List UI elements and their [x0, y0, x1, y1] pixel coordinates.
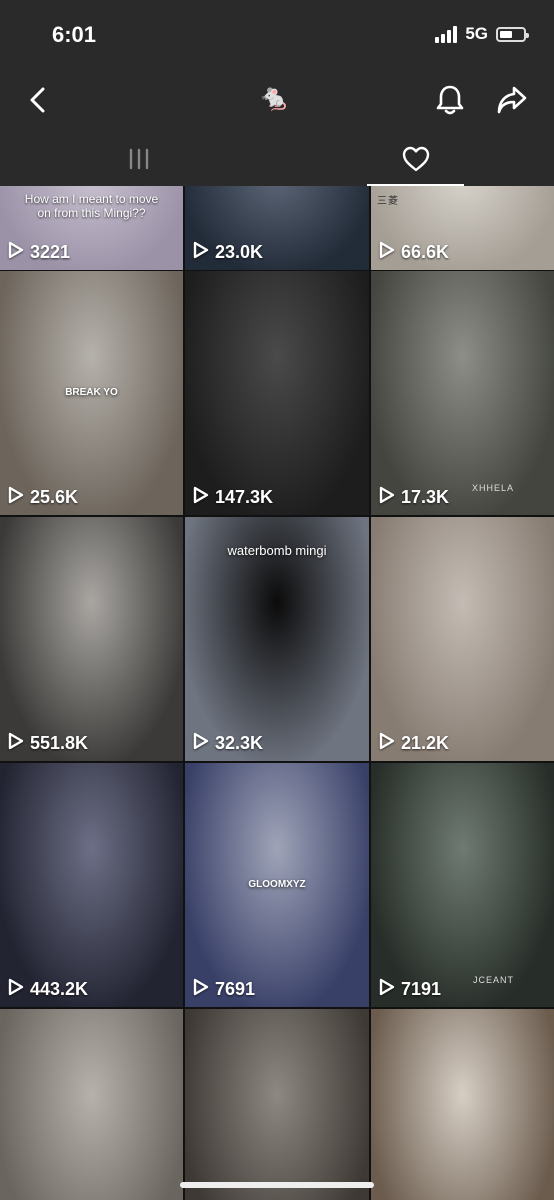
view-count-value: 7691 — [215, 979, 256, 999]
video-caption: How am I meant to move on from this Ming… — [24, 192, 159, 220]
view-count: 147.3K — [193, 486, 273, 509]
network-label: 5G — [465, 24, 488, 43]
play-icon — [379, 978, 395, 1001]
video-thumbnail — [371, 763, 554, 1007]
view-count: 32.3K — [193, 732, 263, 755]
video-tile[interactable]: BREAK YO 25.6K — [0, 271, 183, 515]
chevron-left-icon — [30, 87, 45, 113]
video-thumbnail — [0, 1009, 183, 1200]
bell-icon — [436, 85, 464, 115]
view-count-value: 66.6K — [401, 242, 450, 262]
video-thumbnail — [371, 517, 554, 761]
play-icon — [193, 241, 209, 264]
profile-header: 🐁 — [0, 70, 554, 132]
share-arrow-icon — [497, 86, 527, 114]
video-thumbnail — [0, 517, 183, 761]
notifications-button[interactable] — [430, 80, 470, 120]
video-tile[interactable]: 147.3K — [185, 271, 369, 515]
video-tile[interactable] — [185, 1009, 369, 1200]
video-thumbnail — [0, 763, 183, 1007]
video-thumbnail — [371, 1009, 554, 1200]
home-indicator — [180, 1182, 374, 1188]
view-count-value: 443.2K — [30, 979, 89, 999]
view-count-value: 7191 — [401, 979, 442, 999]
view-count-value: 32.3K — [215, 733, 264, 753]
video-tile[interactable]: 443.2K — [0, 763, 183, 1007]
profile-tabs — [0, 132, 554, 186]
share-button[interactable] — [492, 80, 532, 120]
video-watermark: XHHELA — [471, 483, 514, 493]
view-count-value: 17.3K — [401, 487, 450, 507]
video-grid: How am I meant to move on from this Ming… — [0, 186, 554, 1200]
view-count-value: 147.3K — [215, 487, 274, 507]
tab-liked[interactable] — [277, 132, 554, 186]
video-watermark: JCEANT — [472, 975, 514, 985]
play-icon — [8, 978, 24, 1001]
video-tile[interactable]: 21.2K — [371, 517, 554, 761]
video-tile[interactable]: waterbomb mingi 32.3K — [185, 517, 369, 761]
view-count: 17.3K — [379, 486, 449, 509]
video-tile[interactable]: 23.0K — [185, 186, 369, 270]
play-icon — [8, 241, 24, 264]
video-overlay-text: GLOOMXYZ — [248, 879, 306, 890]
view-count: 7691 — [193, 978, 255, 1001]
view-count-value: 23.0K — [215, 242, 264, 262]
video-tile[interactable]: 551.8K — [0, 517, 183, 761]
play-icon — [8, 732, 24, 755]
view-count: 21.2K — [379, 732, 449, 755]
video-thumbnail — [371, 271, 554, 515]
video-overlay-text: BREAK YO — [65, 387, 118, 398]
view-count-value: 21.2K — [401, 733, 450, 753]
view-count: 551.8K — [8, 732, 88, 755]
view-count: 25.6K — [8, 486, 78, 509]
video-tile[interactable]: 三菱 66.6K — [371, 186, 554, 270]
video-tile[interactable]: XHHELA 17.3K — [371, 271, 554, 515]
play-icon — [379, 732, 395, 755]
profile-name-emoji: 🐁 — [258, 82, 291, 112]
view-count-value: 551.8K — [30, 733, 89, 753]
play-icon — [193, 978, 209, 1001]
status-bar: 6:01 5G — [0, 0, 554, 70]
play-icon — [193, 732, 209, 755]
play-icon — [379, 486, 395, 509]
grid-icon — [129, 148, 148, 170]
view-count-value: 25.6K — [30, 487, 79, 507]
play-icon — [379, 241, 395, 264]
video-tile[interactable]: JCEANT 7191 — [371, 763, 554, 1007]
play-icon — [8, 486, 24, 509]
back-button[interactable] — [20, 82, 56, 118]
video-tile[interactable]: How am I meant to move on from this Ming… — [0, 186, 183, 270]
heart-outline-icon — [402, 146, 429, 172]
video-title-overlay: waterbomb mingi — [227, 543, 327, 558]
view-count: 7191 — [379, 978, 441, 1001]
background-sign-text: 三菱 — [377, 196, 399, 207]
view-count: 23.0K — [193, 241, 263, 264]
video-thumbnail — [185, 271, 369, 515]
video-tile[interactable]: GLOOMXYZ 7691 — [185, 763, 369, 1007]
view-count: 443.2K — [8, 978, 88, 1001]
battery-icon — [496, 26, 529, 42]
status-indicators: 5G — [435, 24, 529, 44]
video-tile[interactable] — [371, 1009, 554, 1200]
video-thumbnail — [185, 1009, 369, 1200]
view-count: 3221 — [8, 241, 70, 264]
video-tile[interactable] — [0, 1009, 183, 1200]
status-time: 6:01 — [52, 22, 97, 47]
tab-videos[interactable] — [0, 132, 277, 186]
signal-icon — [435, 25, 458, 43]
play-icon — [193, 486, 209, 509]
view-count: 66.6K — [379, 241, 449, 264]
view-count-value: 3221 — [30, 242, 71, 262]
